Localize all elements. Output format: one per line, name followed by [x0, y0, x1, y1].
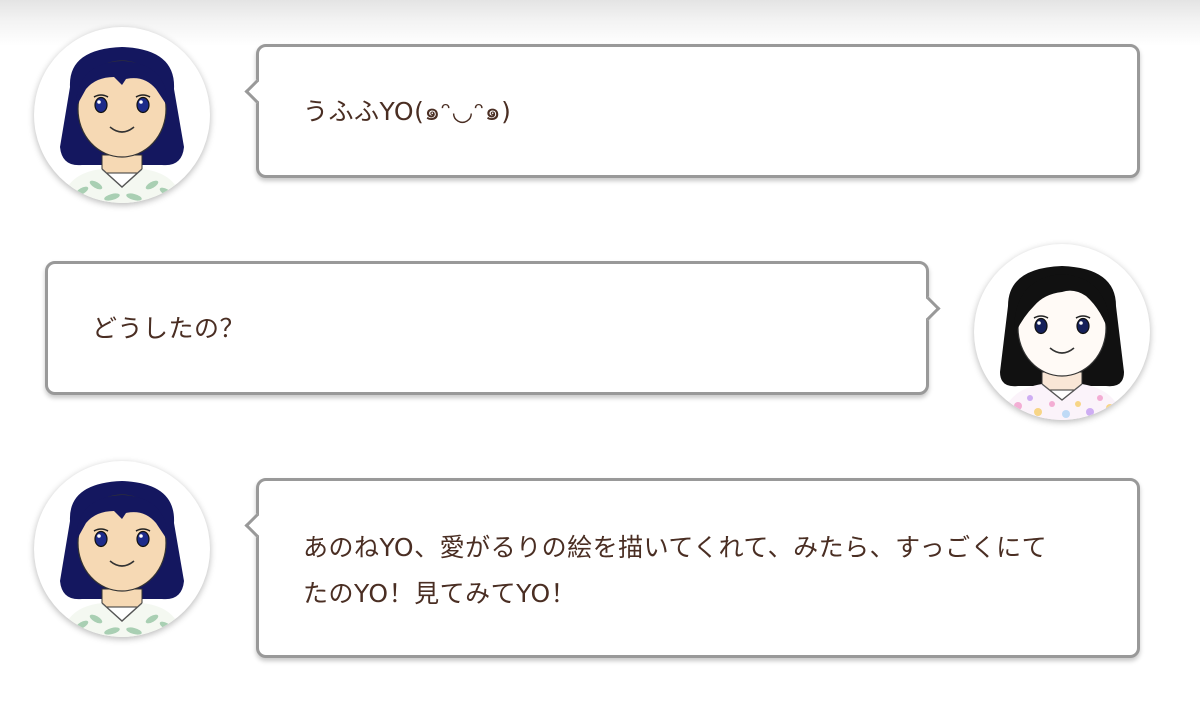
chat-bubble-1: うふふYO(๑ᵔ◡ᵔ๑)	[244, 44, 1140, 178]
bubble-tail	[916, 296, 941, 321]
chat-bubble-2: どうしたの？	[45, 261, 941, 395]
message-text: うふふYO(๑ᵔ◡ᵔ๑)	[303, 97, 512, 126]
bubble-tail	[244, 513, 269, 538]
avatar-blue-hair-girl	[34, 461, 210, 637]
avatar-blue-hair-girl	[34, 27, 210, 203]
message-text-line-2: たのYO！見てみてYO！	[303, 579, 577, 608]
avatar-black-hair-girl	[974, 244, 1150, 420]
bubble-tail	[244, 79, 269, 104]
message-text-line-1: あのねYO、愛がるりの絵を描いてくれて、みたら、すっごくにて	[303, 533, 1048, 562]
top-shade	[0, 0, 1200, 46]
chat-bubble-3: あのねYO、愛がるりの絵を描いてくれて、みたら、すっごくにて たのYO！見てみて…	[244, 478, 1140, 658]
message-text: どうしたの？	[92, 314, 246, 343]
